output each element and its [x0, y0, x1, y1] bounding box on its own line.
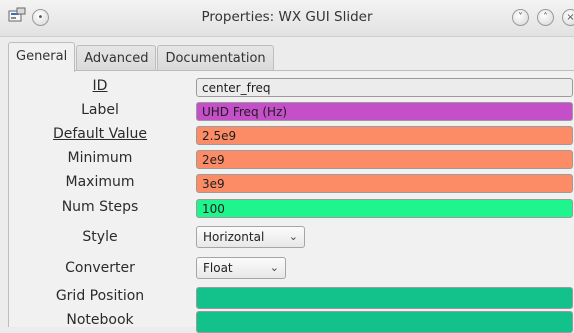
tab-advanced[interactable]: Advanced [76, 45, 157, 72]
maximize-icon[interactable]: ˄ [537, 9, 554, 26]
id-label: ID [92, 78, 108, 94]
chevron-down-icon: ⌄ [288, 230, 298, 243]
window-title: Properties: WX GUI Slider [201, 9, 373, 25]
grid-position-label: Grid Position [55, 288, 145, 304]
close-icon[interactable]: × [562, 9, 574, 26]
style-select-value: Horizontal [203, 230, 265, 244]
num-steps-field[interactable] [196, 199, 573, 218]
tab-documentation[interactable]: Documentation [157, 45, 274, 72]
chevron-down-icon: ⌄ [269, 261, 279, 274]
grid-position-field[interactable] [196, 287, 573, 309]
style-label: Style [82, 229, 118, 245]
minimum-field[interactable] [196, 150, 573, 169]
maximum-field[interactable] [196, 174, 573, 193]
default-value-field[interactable] [196, 126, 573, 145]
minimize-icon[interactable]: ˅ [512, 9, 529, 26]
maximum-label: Maximum [65, 174, 135, 190]
num-steps-label: Num Steps [61, 199, 139, 215]
tab-general[interactable]: General [8, 42, 76, 72]
converter-label: Converter [65, 260, 135, 276]
properties-panel: ID Label Default Value Minimum Maximum N… [8, 70, 574, 333]
title-bar: • Properties: WX GUI Slider ˅ ˄ × [0, 0, 574, 37]
id-field[interactable] [196, 78, 573, 97]
converter-select-value: Float [203, 261, 233, 275]
label-label: Label [81, 102, 119, 118]
style-select[interactable]: Horizontal ⌄ [196, 226, 305, 248]
tab-bar: General Advanced Documentation [8, 42, 275, 72]
minimum-label: Minimum [67, 150, 133, 166]
default-value-label: Default Value [52, 126, 148, 142]
label-field[interactable] [196, 102, 573, 121]
notebook-field[interactable] [196, 311, 573, 333]
converter-select[interactable]: Float ⌄ [196, 257, 286, 279]
